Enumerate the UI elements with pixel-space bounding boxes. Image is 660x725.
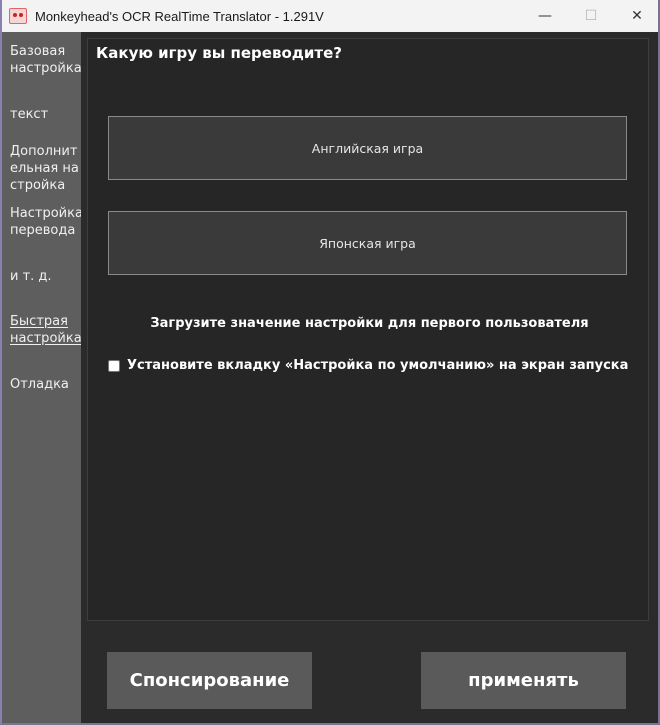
window-controls: — ☐ ✕ xyxy=(522,0,660,32)
maximize-icon: ☐ xyxy=(584,8,598,24)
sidebar-item-etc[interactable]: и т. д. xyxy=(10,268,82,285)
startup-tab-option: Установите вкладку «Настройка по умолчан… xyxy=(108,358,628,373)
minimize-icon: — xyxy=(538,8,552,24)
load-settings-text: Загрузите значение настройки для первого… xyxy=(150,316,589,331)
title-bar[interactable]: Monkeyhead's OCR RealTime Translator - 1… xyxy=(0,0,660,32)
maximize-button: ☐ xyxy=(568,0,614,32)
sidebar-item-advanced-settings[interactable]: Дополнительная настройка xyxy=(10,143,82,194)
close-button[interactable]: ✕ xyxy=(614,0,660,32)
apply-button[interactable]: применять xyxy=(421,652,626,709)
minimize-button[interactable]: — xyxy=(522,0,568,32)
japanese-game-button[interactable]: Японская игра xyxy=(108,211,627,275)
page-title: Какую игру вы переводите? xyxy=(96,44,342,62)
app-icon xyxy=(9,8,27,24)
english-game-button[interactable]: Английская игра xyxy=(108,116,627,180)
sidebar-item-basic-settings[interactable]: Базовая настройка xyxy=(10,43,82,77)
window-title: Monkeyhead's OCR RealTime Translator - 1… xyxy=(35,8,324,24)
sidebar-item-translation-settings[interactable]: Настройка перевода xyxy=(10,205,83,239)
sidebar-item-text[interactable]: текст xyxy=(10,106,82,123)
sponsor-button[interactable]: Спонсирование xyxy=(107,652,312,709)
close-icon: ✕ xyxy=(631,8,643,24)
sidebar-item-debug[interactable]: Отладка xyxy=(10,376,82,393)
startup-tab-checkbox[interactable] xyxy=(108,359,120,372)
sidebar: Базовая настройка текст Дополнительная н… xyxy=(2,32,83,723)
sidebar-item-quick-settings[interactable]: Быстрая настройка xyxy=(10,313,82,347)
main-content: Какую игру вы переводите? Английская игр… xyxy=(81,32,658,723)
startup-tab-checkbox-label[interactable]: Установите вкладку «Настройка по умолчан… xyxy=(127,358,628,373)
